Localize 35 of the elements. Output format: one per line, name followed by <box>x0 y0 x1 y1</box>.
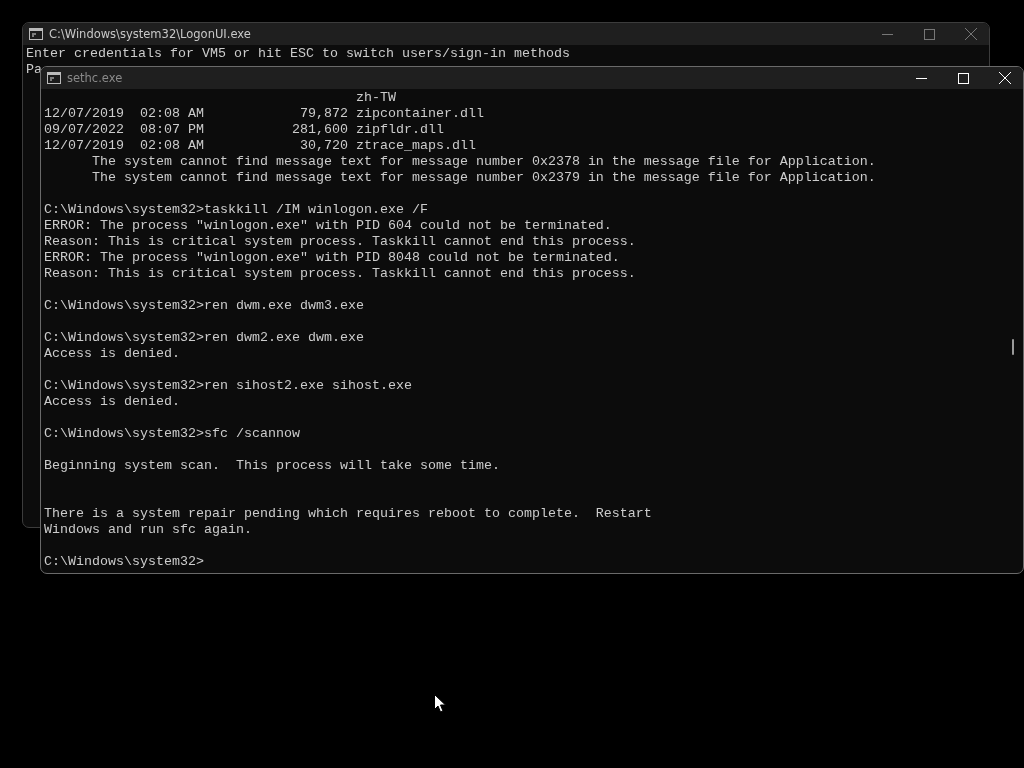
minimize-icon <box>881 32 893 36</box>
console-line: Reason: This is critical system process. Taskkill cannot end this process. <box>44 234 636 250</box>
maximize-icon <box>923 28 935 40</box>
scrollbar-thumb[interactable] <box>1012 339 1014 355</box>
console-line: Beginning system scan. This process will take some time. <box>44 458 500 474</box>
console-line: ERROR: The process "winlogon.exe" with PID 8048 could not be terminated. <box>44 250 620 266</box>
console-line: Pa <box>26 62 42 78</box>
close-icon <box>999 72 1011 84</box>
console-line: C:\Windows\system32>ren sihost2.exe sihost.exe <box>44 378 412 394</box>
minimize-icon <box>915 76 927 80</box>
close-icon <box>965 28 977 40</box>
console-line: Access is denied. <box>44 394 180 410</box>
console-icon <box>29 28 43 40</box>
console-line: There is a system repair pending which requires reboot to complete. Restart <box>44 506 652 522</box>
window-title: sethc.exe <box>67 71 124 85</box>
console-line: The system cannot find message text for message number 0x2378 in the message file for Application. <box>91 154 876 170</box>
console-line: C:\Windows\system32>ren dwm2.exe dwm.exe <box>44 330 364 346</box>
console-line: ERROR: The process "winlogon.exe" with PID 604 could not be terminated. <box>44 218 612 234</box>
console-line: C:\Windows\system32>taskkill /IM winlogon.exe /F <box>44 202 428 218</box>
console-line: 12/07/2019 02:08 AM 79,872 zipcontainer.dll <box>44 106 484 122</box>
console-line: 09/07/2022 08:07 PM 281,600 zipfldr.dll <box>44 122 444 138</box>
cursor-icon <box>434 694 446 713</box>
console-line: Enter credentials for VM5 or hit ESC to switch users/sign-in methods <box>26 46 570 62</box>
console-icon <box>47 72 61 84</box>
window-title: C:\Windows\system32\LogonUI.exe <box>49 27 252 41</box>
console-line: Access is denied. <box>44 346 180 362</box>
console-line: C:\Windows\system32>ren dwm.exe dwm3.exe <box>44 298 364 314</box>
console-line: C:\Windows\system32> <box>44 554 204 570</box>
console-line: zh-TW <box>354 90 396 106</box>
console-line: Windows and run sfc again. <box>44 522 252 538</box>
console-line: C:\Windows\system32>sfc /scannow <box>44 426 300 442</box>
console-line: Reason: This is critical system process. Taskkill cannot end this process. <box>44 266 636 282</box>
console-line: 12/07/2019 02:08 AM 30,720 ztrace_maps.dll <box>44 138 476 154</box>
maximize-icon <box>957 72 969 84</box>
console-line: The system cannot find message text for message number 0x2379 in the message file for Application. <box>91 170 876 186</box>
